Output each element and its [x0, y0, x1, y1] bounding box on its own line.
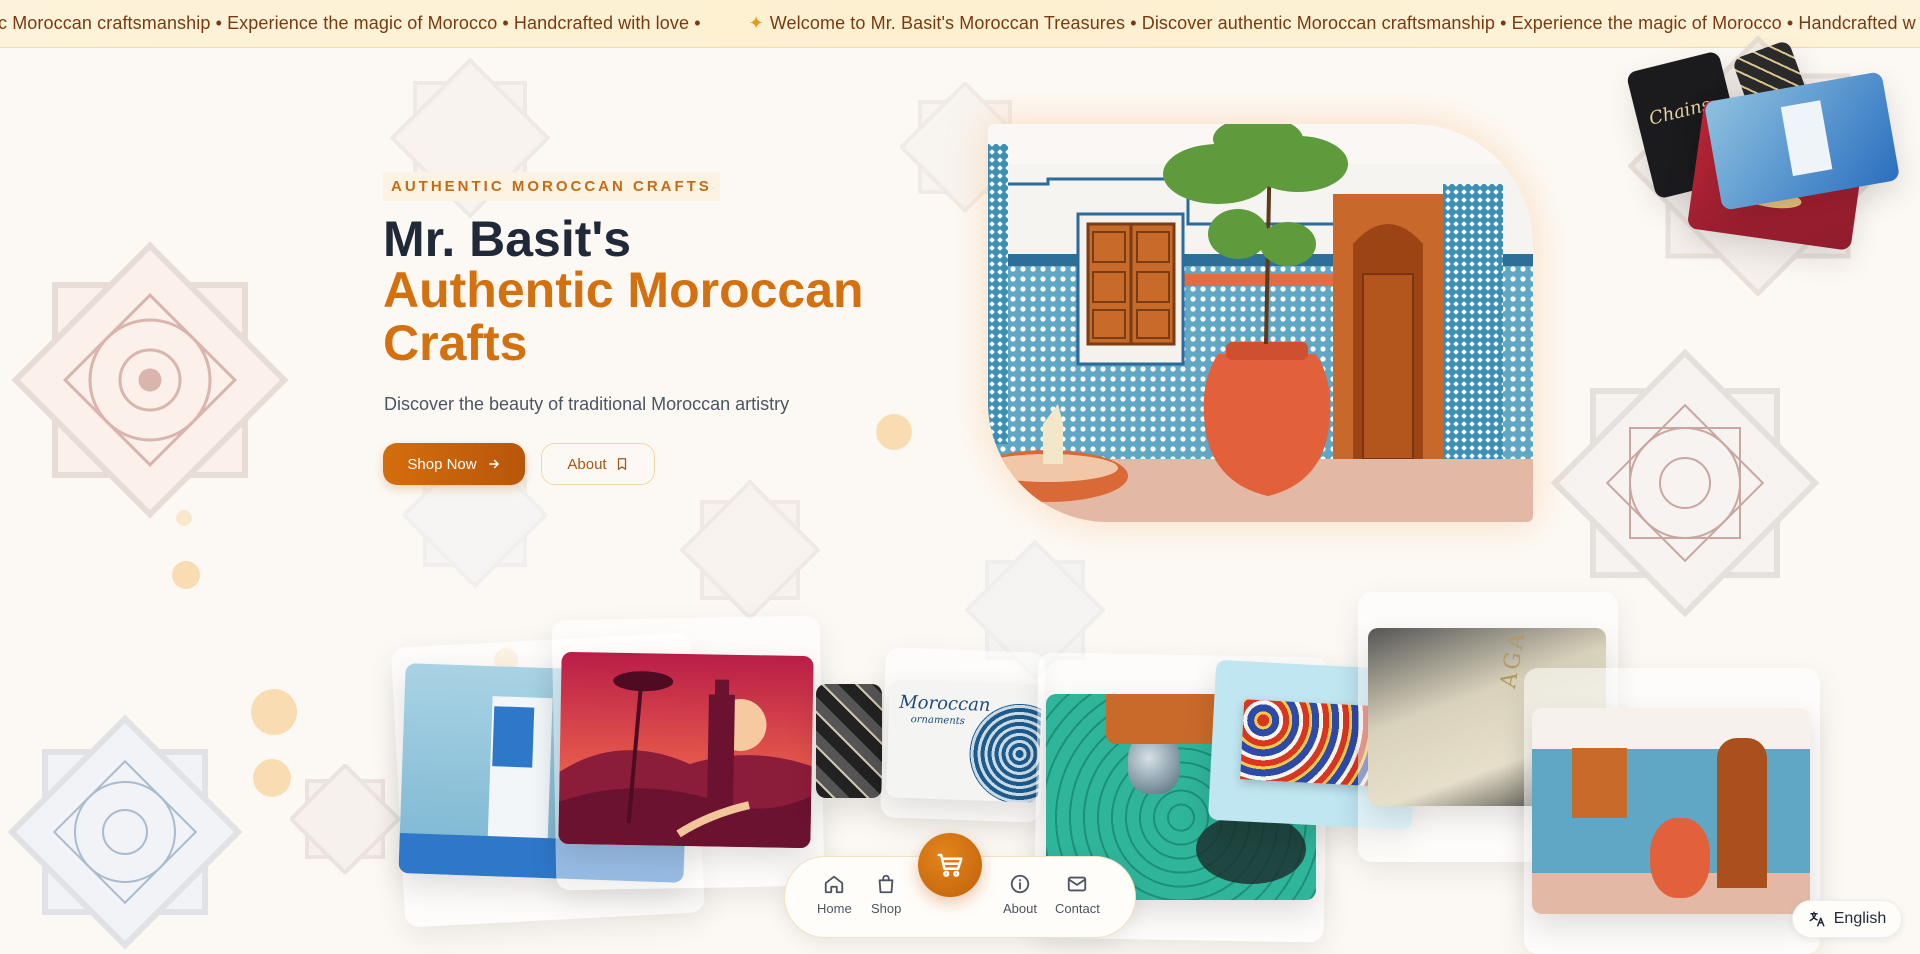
- arrow-right-icon: [488, 459, 499, 469]
- shop-now-button[interactable]: Shop Now: [383, 443, 525, 485]
- decorative-star-faint-6: [290, 764, 400, 874]
- ticker-welcome-text: Welcome to Mr. Basit's Moroccan Treasure…: [769, 13, 1916, 33]
- moroccan-notebook-card[interactable]: Moroccan ornaments: [885, 679, 1043, 803]
- nav-home-label: Home: [817, 901, 852, 916]
- shop-now-label: Shop Now: [407, 455, 477, 473]
- decorative-dot: [253, 759, 291, 797]
- hero-title: Mr. Basit's: [383, 211, 632, 267]
- decorative-star-right: [1550, 348, 1820, 618]
- black-gold-tile-card[interactable]: [816, 684, 882, 798]
- nav-contact[interactable]: Contact: [1055, 873, 1100, 916]
- hero-tagline: AUTHENTIC MOROCCAN CRAFTS: [383, 172, 720, 201]
- nav-shop[interactable]: Shop: [871, 873, 901, 916]
- decorative-dot: [172, 561, 200, 589]
- language-selector[interactable]: English: [1792, 900, 1902, 938]
- hero-subtitle: Discover the beauty of traditional Moroc…: [384, 394, 790, 414]
- hero-title-accent: Authentic Moroccan Crafts: [383, 262, 864, 371]
- mail-icon: [1068, 876, 1087, 892]
- star-icon: ✦: [748, 13, 764, 33]
- cart-icon: [937, 853, 963, 877]
- hero-riad-illustration: [988, 124, 1533, 522]
- decorative-dot: [251, 689, 297, 735]
- decorative-star-faint-4: [680, 480, 820, 620]
- translate-icon: [1809, 911, 1825, 927]
- mandala-pattern: [967, 702, 1043, 803]
- ticker-text-2: ✦ Welcome to Mr. Basit's Moroccan Treasur…: [749, 13, 1916, 34]
- info-icon: [1010, 874, 1030, 894]
- nav-home[interactable]: Home: [817, 873, 852, 916]
- decorative-dot: [176, 510, 192, 526]
- riad-courtyard-card[interactable]: [1532, 708, 1810, 914]
- cart-button[interactable]: [918, 833, 982, 897]
- desert-sunset-image: [558, 671, 812, 849]
- decorative-star-bottom-left: [7, 714, 243, 950]
- shadow-shape: [1196, 814, 1306, 884]
- nav-shop-label: Shop: [871, 901, 902, 916]
- decorative-dot: [876, 414, 912, 450]
- about-label: About: [567, 455, 607, 473]
- notebook-title: Moroccan: [898, 691, 991, 716]
- ticker-text-1: c Moroccan craftsmanship • Experience th…: [0, 13, 701, 33]
- decorative-star-left: [11, 241, 289, 519]
- koutoubia-sunset-card[interactable]: [558, 651, 814, 849]
- about-button[interactable]: About: [541, 443, 655, 485]
- nav-about[interactable]: About: [1003, 873, 1037, 916]
- language-label: English: [1833, 910, 1887, 927]
- home-icon: [825, 875, 844, 894]
- riad-scene-image: [988, 124, 1533, 522]
- nav-contact-label: Contact: [1055, 901, 1100, 916]
- white-house-shape: [1780, 100, 1833, 177]
- nav-about-label: About: [1003, 901, 1037, 916]
- bookmark-icon: [617, 458, 626, 470]
- door-shape: [1717, 738, 1767, 888]
- vase-shape: [1650, 818, 1710, 898]
- notebook-subtitle: ornaments: [910, 714, 966, 728]
- blue-wall-shape: [492, 706, 535, 768]
- shopping-bag-icon: [878, 874, 894, 894]
- window-shape: [1572, 748, 1627, 818]
